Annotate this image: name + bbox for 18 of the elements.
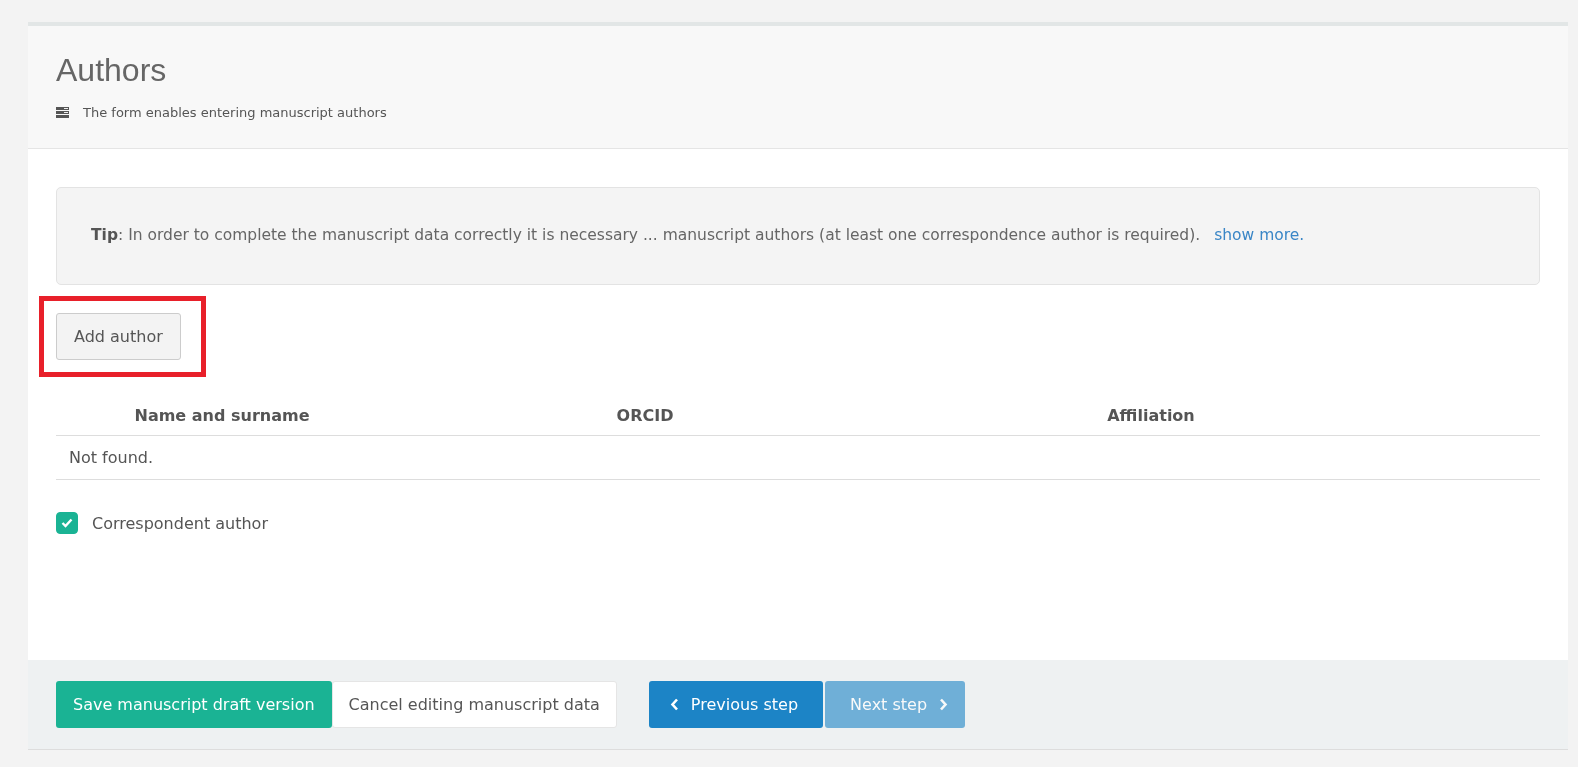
chevron-right-icon (939, 698, 949, 711)
chevron-left-icon (669, 698, 679, 711)
column-header: Name and surname (134, 406, 310, 425)
empty-message: Not found. (69, 448, 154, 467)
page-subtitle: The form enables entering manuscript authors (83, 105, 387, 120)
cancel-button[interactable]: Cancel editing manuscript data (331, 681, 617, 728)
check-icon (61, 518, 73, 528)
column-header: ORCID (616, 406, 674, 425)
column-header: Affiliation (1107, 406, 1195, 425)
previous-step-button[interactable]: Previous step (648, 681, 824, 728)
page-title: Authors (56, 52, 168, 89)
form-icon (56, 107, 69, 118)
save-draft-button[interactable]: Save manuscript draft version (56, 681, 332, 728)
add-author-button[interactable]: Add author (56, 313, 181, 360)
show-more-link[interactable]: show more. (1214, 226, 1305, 244)
tip-text: Tip: In order to complete the manuscript data correctly it is necessary ... manuscript authors (at least one correspondence author is required). (91, 226, 1201, 244)
checkbox-label: Correspondent author (92, 513, 268, 533)
checkbox[interactable] (56, 512, 78, 534)
